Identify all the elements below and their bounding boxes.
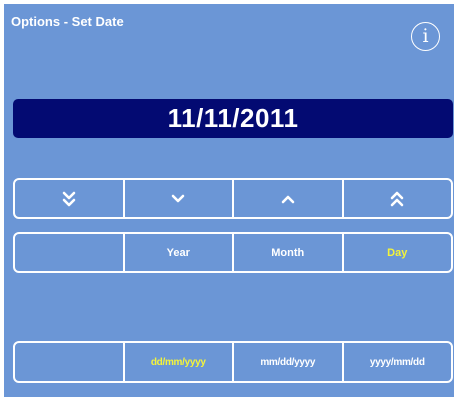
field-month-button[interactable]: Month — [232, 234, 342, 271]
double-chevron-up-icon — [390, 191, 404, 206]
format-yyyy-mm-dd-button[interactable]: yyyy/mm/dd — [341, 343, 452, 381]
date-format-row: dd/mm/yyyy mm/dd/yyyy yyyy/mm/dd — [13, 341, 453, 383]
fast-decrease-button[interactable] — [15, 180, 123, 217]
fast-increase-button[interactable] — [341, 180, 452, 217]
field-year-button[interactable]: Year — [122, 234, 233, 271]
info-button[interactable]: i — [411, 22, 440, 51]
chevron-up-icon — [281, 195, 295, 203]
decrease-button[interactable] — [122, 180, 233, 217]
format-mm-dd-yyyy-button[interactable]: mm/dd/yyyy — [232, 343, 342, 381]
date-display: 11/11/2011 — [13, 99, 453, 138]
increase-button[interactable] — [232, 180, 342, 217]
format-dd-mm-yyyy-button[interactable]: dd/mm/yyyy — [122, 343, 233, 381]
field-select-row: Year Month Day — [13, 232, 453, 273]
page-title: Options - Set Date — [11, 14, 124, 29]
adjust-buttons-row — [13, 178, 453, 219]
chevron-down-icon — [171, 194, 185, 202]
field-blank-button[interactable] — [15, 234, 123, 271]
info-icon: i — [422, 25, 429, 47]
field-day-button[interactable]: Day — [341, 234, 452, 271]
format-blank-button[interactable] — [15, 343, 123, 381]
double-chevron-down-icon — [62, 191, 76, 206]
set-date-screen: Options - Set Date i 11/11/2011 Year Mon… — [4, 4, 454, 397]
